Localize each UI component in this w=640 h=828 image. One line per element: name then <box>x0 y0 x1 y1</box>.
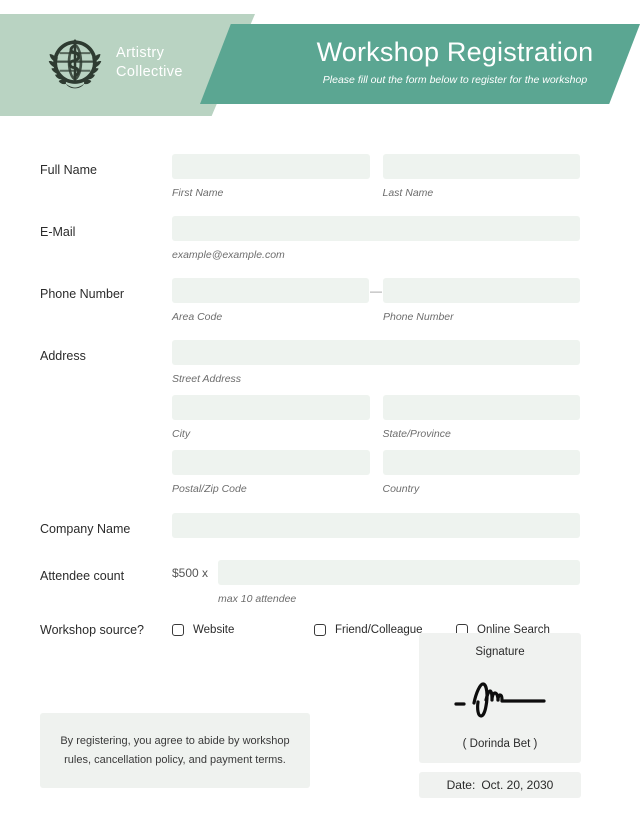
state-province-input[interactable] <box>382 395 580 420</box>
label-attendee-count: Attendee count <box>40 569 125 583</box>
field-row-address: Address Street Address City State/Provin… <box>0 340 640 496</box>
phone-separator-dash: — <box>370 283 382 298</box>
city-input[interactable] <box>172 395 370 420</box>
sublabel-email: example@example.com <box>172 249 285 261</box>
company-name-input[interactable] <box>172 513 580 538</box>
attendee-count-input[interactable] <box>218 560 580 585</box>
country-input[interactable] <box>382 450 580 475</box>
label-address: Address <box>40 349 86 363</box>
sublabel-country: Country <box>382 483 420 495</box>
label-email: E-Mail <box>40 225 76 239</box>
label-full-name: Full Name <box>40 163 97 177</box>
phone-number-input[interactable] <box>383 278 580 303</box>
page-subtitle: Please fill out the form below to regist… <box>322 74 588 86</box>
page-title: Workshop Registration <box>316 37 594 67</box>
area-code-input[interactable] <box>172 278 369 303</box>
handwritten-signature-scribble-icon <box>454 682 546 718</box>
signature-title: Signature <box>475 646 525 658</box>
sublabel-first-name: First Name <box>172 187 224 199</box>
email-input[interactable] <box>172 216 580 241</box>
first-name-input[interactable] <box>172 154 370 179</box>
brand-name-line1: Artistry <box>116 45 165 61</box>
signature-name: ( Dorinda Bet ) <box>462 738 538 750</box>
field-row-full-name: Full Name First Name Last Name <box>0 154 640 200</box>
sublabel-phone-number: Phone Number <box>383 311 454 323</box>
date-value: Oct. 20, 2030 <box>481 778 554 792</box>
sublabel-last-name: Last Name <box>382 187 434 199</box>
date-label: Date: <box>446 778 476 792</box>
terms-agreement-box: By registering, you agree to abide by wo… <box>40 713 310 788</box>
form-body: Full Name First Name Last Name E-Mail ex… <box>0 130 640 638</box>
postal-code-input[interactable] <box>172 450 370 475</box>
form-footer: By registering, you agree to abide by wo… <box>0 625 640 825</box>
brand-logo-block: Artistry Collective <box>46 34 183 92</box>
field-row-phone: Phone Number Area Code — Phone Number <box>0 278 640 324</box>
label-company-name: Company Name <box>40 522 131 536</box>
label-phone: Phone Number <box>40 287 125 301</box>
date-box[interactable]: Date: Oct. 20, 2030 <box>419 772 581 798</box>
sublabel-postal-code: Postal/Zip Code <box>172 483 247 495</box>
street-address-input[interactable] <box>172 340 580 365</box>
terms-agreement-text: By registering, you agree to abide by wo… <box>60 734 290 766</box>
last-name-input[interactable] <box>382 154 580 179</box>
attendee-price-prefix: $500 x <box>172 566 209 580</box>
sublabel-city: City <box>172 428 191 440</box>
title-block: Workshop Registration Please fill out th… <box>290 36 620 88</box>
field-row-attendee-count: Attendee count $500 x max 10 attendee <box>0 560 640 606</box>
form-header: Artistry Collective Workshop Registratio… <box>0 0 640 130</box>
brand-name-line2: Collective <box>116 64 183 80</box>
sublabel-street-address: Street Address <box>172 373 242 385</box>
signature-box[interactable]: Signature ( Dorinda Bet ) <box>419 633 581 763</box>
registration-form-page: Artistry Collective Workshop Registratio… <box>0 0 640 828</box>
sublabel-attendee-max: max 10 attendee <box>218 593 297 605</box>
sublabel-state-province: State/Province <box>382 428 451 440</box>
field-row-company-name: Company Name <box>0 513 640 538</box>
who-emblem-globe-laurel-icon <box>48 39 102 89</box>
brand-name: Artistry Collective <box>116 44 183 82</box>
sublabel-area-code: Area Code <box>172 311 223 323</box>
field-row-email: E-Mail example@example.com <box>0 216 640 262</box>
